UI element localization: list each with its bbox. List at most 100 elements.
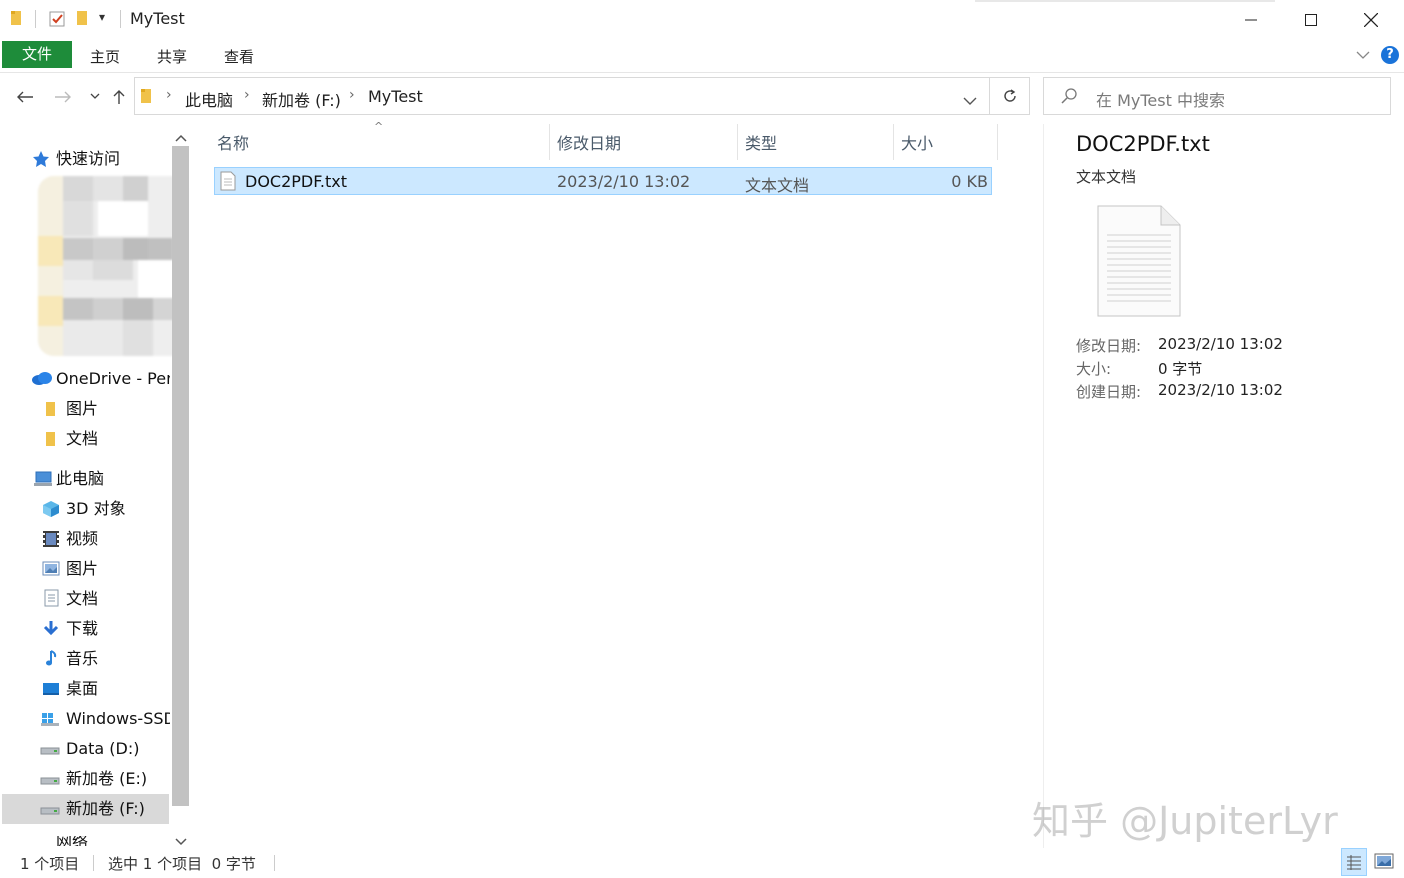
star-icon <box>32 150 50 172</box>
tab-file[interactable]: 文件 <box>2 41 72 68</box>
window-title: MyTest <box>130 9 185 28</box>
folder-icon <box>45 401 57 421</box>
nav-drive-e[interactable]: 新加卷 (E:) <box>66 764 170 794</box>
column-header-name[interactable]: 名称 <box>217 130 249 154</box>
nav-desktop[interactable]: 桌面 <box>66 674 170 704</box>
music-icon <box>44 649 58 671</box>
nav-pictures[interactable]: 图片 <box>66 554 170 584</box>
separator <box>35 10 36 28</box>
help-icon[interactable]: ? <box>1381 46 1399 64</box>
search-icon <box>1061 88 1077 108</box>
nav-drive-f[interactable]: 新加卷 (F:) <box>66 794 170 824</box>
large-icons-view-button[interactable] <box>1374 852 1394 874</box>
download-icon <box>42 620 60 642</box>
status-separator <box>274 855 275 871</box>
chevron-right-icon[interactable]: › <box>244 87 250 103</box>
nav-network[interactable]: 网络 <box>56 836 88 846</box>
file-size-cell: 0 KB <box>951 172 988 191</box>
nav-downloads[interactable]: 下载 <box>66 614 170 644</box>
nav-3d-objects[interactable]: 3D 对象 <box>66 494 170 524</box>
details-divider[interactable] <box>1043 124 1044 848</box>
scroll-up-icon[interactable] <box>175 128 187 146</box>
forward-button[interactable] <box>52 86 74 108</box>
refresh-button[interactable] <box>990 77 1030 115</box>
nav-documents[interactable]: 文档 <box>66 584 170 614</box>
folder-icon <box>10 10 26 26</box>
chevron-right-icon[interactable]: › <box>349 87 355 103</box>
details-modified-value: 2023/2/10 13:02 <box>1158 335 1283 353</box>
drive-icon <box>40 742 60 760</box>
back-button[interactable] <box>14 86 36 108</box>
close-button[interactable] <box>1341 0 1401 40</box>
expand-ribbon-icon[interactable] <box>1356 46 1370 64</box>
breadcrumb-mytest[interactable]: MyTest <box>368 87 423 106</box>
column-separator[interactable] <box>893 124 894 160</box>
windows-drive-icon <box>40 711 60 731</box>
file-modified-cell: 2023/2/10 13:02 <box>557 172 691 191</box>
folder-icon <box>45 431 57 451</box>
tab-share[interactable]: 共享 <box>141 44 203 70</box>
title-bar <box>0 0 1404 40</box>
search-placeholder: 在 MyTest 中搜索 <box>1096 91 1225 110</box>
minimize-button[interactable] <box>1221 0 1281 40</box>
details-created-label: 创建日期: <box>1076 383 1142 401</box>
text-file-icon <box>220 171 236 195</box>
details-created-value: 2023/2/10 13:02 <box>1158 381 1283 399</box>
nav-this-pc[interactable]: 此电脑 <box>56 464 160 494</box>
breadcrumb-this-pc[interactable]: 此电脑 <box>185 87 233 111</box>
details-filename: DOC2PDF.txt <box>1076 132 1210 156</box>
chevron-right-icon[interactable]: › <box>166 87 172 103</box>
desktop-icon <box>42 682 60 700</box>
status-item-count: 1 个项目 <box>20 855 80 873</box>
nav-scrollbar-thumb[interactable] <box>172 146 189 806</box>
nav-network-clip: 网络 <box>32 836 172 846</box>
nav-onedrive-documents[interactable]: 文档 <box>66 424 170 454</box>
column-separator[interactable] <box>737 124 738 160</box>
details-filetype: 文本文档 <box>1076 168 1137 186</box>
drive-icon <box>40 802 60 820</box>
column-separator[interactable] <box>549 124 550 160</box>
details-size-value: 0 字节 <box>1158 360 1203 378</box>
column-header-type[interactable]: 类型 <box>745 130 777 154</box>
column-separator[interactable] <box>997 124 998 160</box>
nav-quick-access[interactable]: 快速访问 <box>56 144 160 174</box>
column-header-modified[interactable]: 修改日期 <box>557 130 621 154</box>
scroll-down-icon[interactable] <box>175 832 187 850</box>
tab-view[interactable]: 查看 <box>208 44 270 70</box>
status-selected: 选中 1 个项目 0 字节 <box>108 855 256 873</box>
drive-icon <box>40 772 60 790</box>
sort-ascending-icon: ^ <box>374 120 384 133</box>
nav-onedrive[interactable]: OneDrive - Per <box>56 364 170 394</box>
maximize-button[interactable] <box>1281 0 1341 40</box>
file-name-cell[interactable]: DOC2PDF.txt <box>245 172 347 191</box>
tab-home[interactable]: 主页 <box>74 44 136 70</box>
text-file-preview-icon <box>1097 205 1181 321</box>
3d-objects-icon <box>42 500 60 522</box>
column-header-size[interactable]: 大小 <box>901 130 933 154</box>
onedrive-icon <box>31 371 53 389</box>
computer-icon <box>33 471 53 491</box>
status-separator <box>93 855 94 871</box>
separator <box>120 10 121 28</box>
address-dropdown-icon[interactable] <box>963 92 977 110</box>
properties-icon[interactable] <box>48 10 65 27</box>
nav-videos[interactable]: 视频 <box>66 524 170 554</box>
up-button[interactable] <box>108 86 130 108</box>
details-size-label: 大小: <box>1076 360 1112 378</box>
documents-icon <box>44 589 59 611</box>
blurred-region <box>38 176 188 356</box>
nav-music[interactable]: 音乐 <box>66 644 170 674</box>
watermark: 知乎 @JupiterLyr <box>1032 799 1338 843</box>
recent-locations-button[interactable] <box>84 86 106 108</box>
nav-drive-d[interactable]: Data (D:) <box>66 734 170 764</box>
details-view-button[interactable] <box>1341 848 1367 876</box>
pictures-icon <box>42 561 60 580</box>
nav-windows-ssd[interactable]: Windows-SSD <box>66 704 170 734</box>
details-modified-label: 修改日期: <box>1076 337 1142 355</box>
nav-onedrive-pictures[interactable]: 图片 <box>66 394 170 424</box>
file-type-cell: 文本文档 <box>745 176 810 195</box>
new-folder-icon[interactable] <box>76 10 92 26</box>
customize-quick-access-icon[interactable]: ▾ <box>99 10 105 24</box>
breadcrumb-drive-f[interactable]: 新加卷 (F:) <box>262 87 341 111</box>
video-icon <box>42 530 60 552</box>
